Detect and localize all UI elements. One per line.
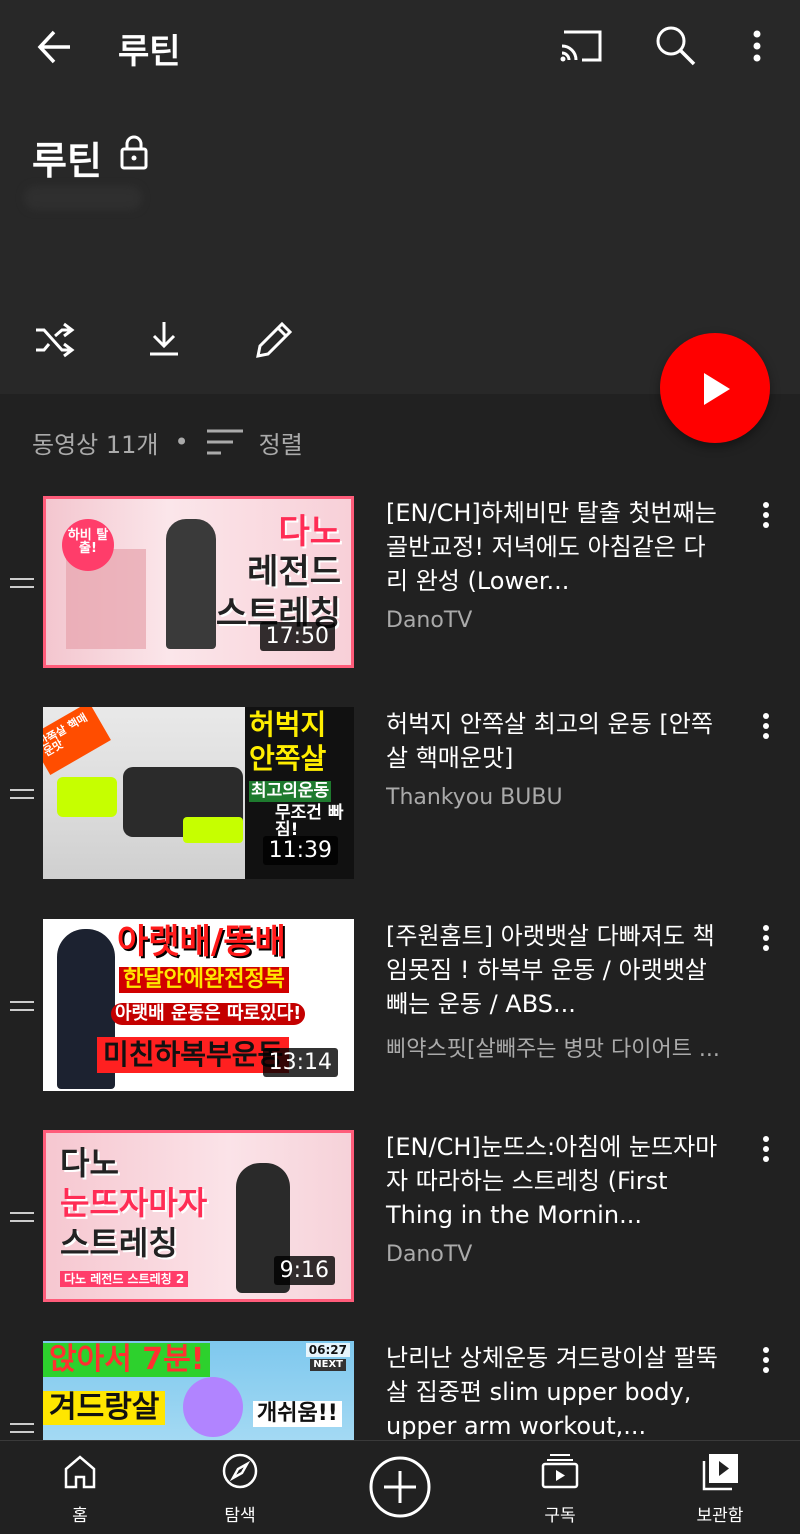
thumbnail-text: 다노 — [278, 512, 341, 552]
video-thumbnail[interactable]: 아랫배/똥배 한달안에완전정복 아랫배 운동은 따로있다! 미친하복부운동 13… — [43, 919, 354, 1091]
thumbnail-text: 아랫배/똥배 — [117, 922, 286, 962]
owner-name-blurred — [24, 186, 142, 210]
thumbnail-text: 개쉬움!! — [253, 1401, 342, 1427]
video-duration: 9:16 — [273, 1256, 335, 1285]
video-channel: 삐약스핏[살빼주는 병맛 다이어트 ... — [386, 1037, 720, 1062]
thumbnail-figure — [183, 1377, 243, 1437]
thumbnail-figure — [166, 519, 216, 649]
lock-icon — [120, 135, 148, 170]
playlist-title: 루틴 — [32, 139, 102, 183]
video-title[interactable]: [EN/CH]눈뜨스:아침에 눈뜨자마자 따라하는 스트레칭 (First Th… — [386, 1130, 726, 1232]
thumbnail-text: 허벅지 — [249, 708, 327, 741]
thumbnail-text: 무조건 빠짐! — [275, 803, 344, 840]
thumbnail-text: 다노 — [60, 1144, 119, 1182]
video-title[interactable]: 허벅지 안쪽살 최고의 운동 [안쪽살 핵매운맛] — [386, 707, 726, 775]
thumbnail-text: 미친하복부운동 — [97, 1037, 290, 1073]
thumbnail-text: 눈뜨자마자 — [60, 1184, 208, 1222]
thumbnail-figure — [183, 817, 243, 843]
nav-label: 보관함 — [696, 1506, 744, 1526]
thumbnail-figure — [57, 777, 117, 817]
more-vert-icon[interactable] — [742, 26, 772, 66]
page-title: 루틴 — [118, 32, 181, 72]
thumbnail-text: 앉아서 7분! — [43, 1343, 211, 1377]
sort-icon[interactable] — [205, 427, 245, 457]
sort-button[interactable]: 정렬 — [259, 425, 303, 460]
cast-icon[interactable] — [558, 26, 604, 66]
drag-handle-icon[interactable] — [10, 787, 34, 801]
top-app-bar: 루틴 — [0, 0, 800, 94]
list-item[interactable]: 하비 탈출! 다노 레전드 스트레칭 17:50 [EN/CH]하체비만 탈출 … — [0, 496, 800, 686]
nav-subscriptions[interactable]: 구독 — [505, 1441, 615, 1534]
list-item[interactable]: 안쪽살 핵매운맛 허벅지 안쪽살 최고의운동 무조건 빠짐! 11:39 허벅지… — [0, 707, 800, 897]
nav-label: 홈 — [72, 1506, 88, 1526]
more-vert-icon[interactable] — [756, 1134, 776, 1164]
drag-handle-icon[interactable] — [10, 999, 34, 1013]
more-vert-icon[interactable] — [756, 500, 776, 530]
back-arrow-icon[interactable] — [30, 22, 80, 72]
play-icon — [704, 373, 730, 405]
more-vert-icon[interactable] — [756, 923, 776, 953]
video-thumbnail[interactable]: 안쪽살 핵매운맛 허벅지 안쪽살 최고의운동 무조건 빠짐! 11:39 — [43, 707, 354, 879]
video-channel: DanoTV — [386, 1242, 473, 1267]
list-item[interactable]: 아랫배/똥배 한달안에완전정복 아랫배 운동은 따로있다! 미친하복부운동 13… — [0, 919, 800, 1109]
video-count: 동영상 11개 — [32, 430, 159, 459]
home-icon — [64, 1455, 96, 1489]
video-thumbnail[interactable]: 다노 눈뜨자마자 스트레칭 다노 레전드 스트레칭 2 9:16 — [43, 1130, 354, 1302]
explore-icon — [222, 1453, 258, 1489]
thumbnail-text: 겨드랑살 — [43, 1391, 166, 1425]
nav-home[interactable]: 홈 — [25, 1441, 135, 1534]
create-icon[interactable] — [368, 1455, 432, 1519]
download-icon[interactable] — [140, 316, 188, 364]
video-duration: 11:39 — [262, 836, 338, 865]
video-channel: DanoTV — [386, 608, 473, 633]
thumbnail-text: 한달안에완전정복 — [119, 967, 289, 993]
list-item[interactable]: 다노 눈뜨자마자 스트레칭 다노 레전드 스트레칭 2 9:16 [EN/CH]… — [0, 1130, 800, 1320]
thumbnail-text: 안쪽살 — [249, 742, 327, 775]
thumbnail-text: 다노 레전드 스트레칭 2 — [60, 1271, 189, 1287]
thumbnail-text: 레전드 — [247, 552, 341, 592]
play-all-button[interactable] — [660, 333, 770, 443]
subscriptions-icon — [541, 1454, 579, 1489]
thumbnail-badge: 하비 탈출! — [62, 519, 114, 571]
list-header: 동영상 11개 • 정렬 — [32, 420, 303, 464]
thumbnail-text: NEXT — [310, 1359, 346, 1371]
thumbnail-text: 06:27 — [305, 1343, 350, 1357]
thumbnail-text: 아랫배 운동은 따로있다! — [111, 1003, 306, 1025]
search-icon[interactable] — [652, 22, 698, 68]
list-item[interactable]: 앉아서 7분! 겨드랑살 개쉬움!! 06:27 NEXT 난리난 상체운동 겨… — [0, 1341, 800, 1440]
bottom-navigation: 홈 탐색 구독 보관함 — [0, 1440, 800, 1534]
thumbnail-text: 스트레칭 — [60, 1224, 178, 1262]
nav-label: 구독 — [544, 1506, 576, 1526]
video-duration: 13:14 — [262, 1048, 338, 1077]
more-vert-icon[interactable] — [756, 1345, 776, 1375]
thumbnail-text: 최고의운동 — [249, 781, 332, 802]
video-channel: Thankyou BUBU — [386, 785, 563, 810]
video-title[interactable]: [EN/CH]하체비만 탈출 첫번째는 골반교정! 저녁에도 아침같은 다리 완… — [386, 496, 726, 598]
video-title[interactable]: 난리난 상체운동 겨드랑이살 팔뚝살 집중편 slim upper body, … — [386, 1341, 726, 1440]
drag-handle-icon[interactable] — [10, 576, 34, 590]
drag-handle-icon[interactable] — [10, 1210, 34, 1224]
nav-library[interactable]: 보관함 — [665, 1441, 775, 1534]
drag-handle-icon[interactable] — [10, 1421, 34, 1435]
separator-dot: • — [174, 428, 189, 456]
video-title[interactable]: [주원홈트] 아랫뱃살 다빠져도 책임못짐 ! 하복부 운동 / 아랫뱃살 빼는… — [386, 919, 726, 1021]
video-duration: 17:50 — [259, 622, 335, 651]
edit-pencil-icon[interactable] — [250, 316, 298, 364]
nav-explore[interactable]: 탐색 — [185, 1441, 295, 1534]
shuffle-icon[interactable] — [30, 316, 78, 364]
library-icon — [702, 1454, 738, 1491]
more-vert-icon[interactable] — [756, 711, 776, 741]
video-thumbnail[interactable]: 하비 탈출! 다노 레전드 스트레칭 17:50 — [43, 496, 354, 668]
video-thumbnail[interactable]: 앉아서 7분! 겨드랑살 개쉬움!! 06:27 NEXT — [43, 1341, 354, 1440]
nav-label: 탐색 — [224, 1506, 256, 1526]
